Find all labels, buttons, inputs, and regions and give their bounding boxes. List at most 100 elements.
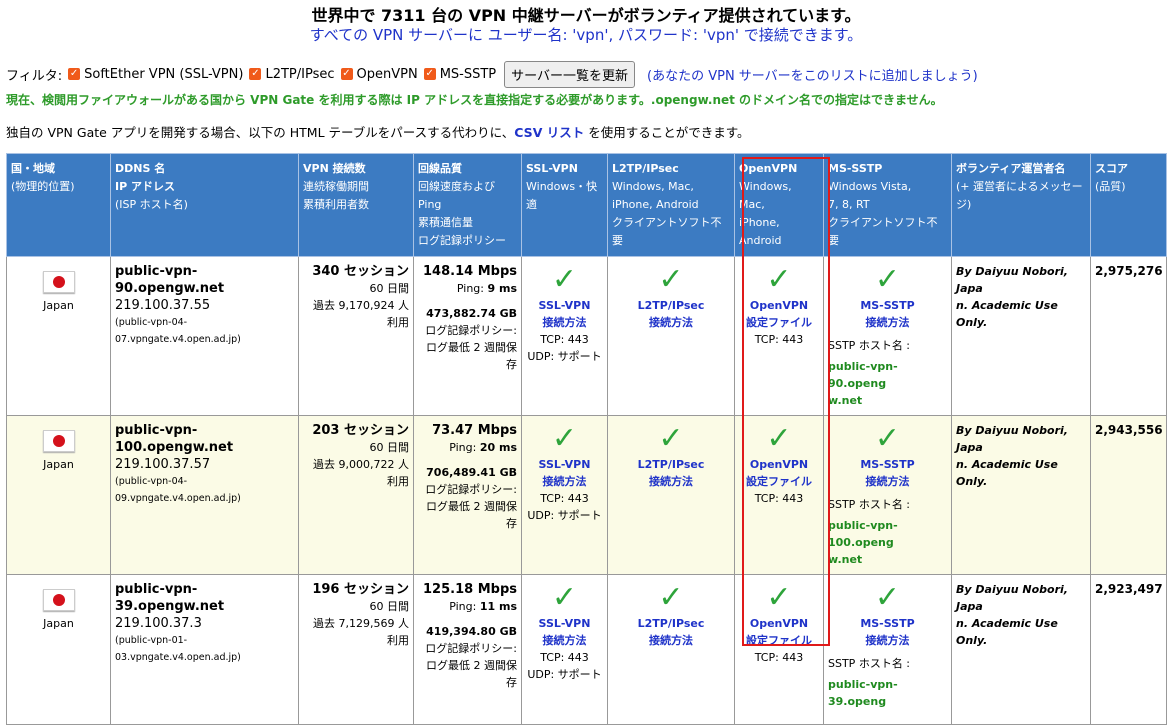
country-name: Japan (43, 299, 74, 312)
operator-message: By Daiyuu Nobori, Japa n. Academic Use On… (956, 263, 1086, 331)
csv-list-link[interactable]: CSV リスト (514, 125, 584, 140)
column-title: DDNS 名 (115, 162, 166, 175)
column-title: L2TP/IPsec (612, 162, 679, 175)
page-subtitle: すべての VPN サーバーに ユーザー名: 'vpn', パスワード: 'vpn… (309, 26, 863, 44)
ddns-hostname: public-vpn-39.opengw.net (115, 582, 225, 614)
column-subtitle: ログ記録ポリシー (418, 234, 506, 247)
ssl-vpn-link[interactable]: SSL-VPN (526, 615, 603, 632)
column-title: スコア (1095, 162, 1128, 175)
checkmark-icon: ✓ (874, 262, 901, 297)
total-users: 過去 9,000,722 人利用 (313, 458, 409, 488)
flag-japan-icon (42, 430, 75, 452)
l2tp-howto-link[interactable]: 接続方法 (612, 632, 730, 649)
ssl-tcp-port: TCP: 443 (540, 492, 589, 505)
ssl-vpn-cell: ✓ SSL-VPN 接続方法 TCP: 443 UDP: サポート (521, 415, 608, 575)
sstp-link[interactable]: MS-SSTP (828, 456, 947, 473)
ssl-vpn-link[interactable]: SSL-VPN (526, 456, 603, 473)
page-title: 世界中で 7311 台の VPN 中継サーバーがボランティア提供されています。 (311, 6, 861, 25)
ddns-cell: public-vpn-90.opengw.net 219.100.37.55 (pu… (110, 256, 299, 416)
traffic: 706,489.41 GB (426, 466, 517, 479)
sstp-howto-link[interactable]: 接続方法 (828, 473, 947, 490)
l2tp-link[interactable]: L2TP/IPsec (612, 297, 730, 314)
isp-hostname: (public-vpn-04-07.vpngate.v4.open.ad.jp) (115, 317, 241, 345)
uptime: 60 日間 (369, 441, 410, 454)
table-row: Japan public-vpn-100.openg w.net 219.100.37… (6, 415, 1167, 575)
sstp-host-label: SSTP ホスト名 : (828, 339, 911, 352)
sstp-host-label: SSTP ホスト名 : (828, 498, 911, 511)
operator-cell: By Daiyuu Nobori, Japa n. Academic Use On… (951, 415, 1091, 575)
sessions-cell: 196 セッション 60 日間 過去 7,129,569 人利用 (298, 574, 414, 725)
checkbox-sstp[interactable]: ✓ (423, 68, 436, 80)
openvpn-config-link[interactable]: 設定ファイル (739, 632, 819, 649)
ping: Ping: 11 ms (418, 598, 517, 615)
sstp-hostname-line: public-vpn-100.openg (828, 519, 898, 549)
udp-support: UDP: サポート (527, 668, 602, 681)
sstp-hostname-line: w.net (828, 553, 863, 566)
l2tp-cell: ✓ L2TP/IPsec 接続方法 (607, 574, 735, 725)
column-header: SSL-VPN Windows・快適 (521, 153, 608, 257)
l2tp-link[interactable]: L2TP/IPsec (612, 456, 730, 473)
column-title: 国・地域 (11, 162, 55, 175)
openvpn-link[interactable]: OpenVPN (739, 615, 819, 632)
checkmark-icon: ✓ (551, 580, 578, 615)
column-subtitle: (品質) (1095, 180, 1126, 193)
session-count: 196 セッション (312, 582, 409, 597)
column-header: MS-SSTP Windows Vista, 7, 8, RT クライアントソフト不要 (823, 153, 952, 257)
ip-address: 219.100.37.3 (115, 616, 202, 631)
refresh-list-button[interactable]: サーバー一覧を更新 (504, 60, 636, 88)
sstp-hostname: public-vpn-100.openg w.net (828, 517, 947, 568)
ssl-tcp-port: TCP: 443 (540, 333, 589, 346)
ip-address: 219.100.37.57 (115, 457, 211, 472)
openvpn-link[interactable]: OpenVPN (739, 297, 819, 314)
ssl-vpn-howto-link[interactable]: 接続方法 (526, 632, 603, 649)
sstp-cell: ✓ MS-SSTP 接続方法 SSTP ホスト名 : public-vpn-90.ope… (823, 256, 952, 416)
sstp-cell: ✓ MS-SSTP 接続方法 SSTP ホスト名 : public-vpn-39.ope… (823, 574, 952, 725)
ping: Ping: 20 ms (418, 439, 517, 456)
l2tp-link[interactable]: L2TP/IPsec (612, 615, 730, 632)
sstp-link[interactable]: MS-SSTP (828, 615, 947, 632)
ping: Ping: 9 ms (418, 280, 517, 297)
filter-option-l2tp: L2TP/IPsec (265, 66, 335, 82)
filter-option-sstp: MS-SSTP (439, 66, 497, 82)
operator-cell: By Daiyuu Nobori, Japa n. Academic Use On… (951, 574, 1091, 725)
sstp-howto-link[interactable]: 接続方法 (828, 314, 947, 331)
sstp-link[interactable]: MS-SSTP (828, 297, 947, 314)
ping-value: 20 ms (479, 441, 517, 454)
column-title: 回線品質 (418, 162, 462, 175)
checkbox-openvpn[interactable]: ✓ (340, 68, 353, 80)
column-header: L2TP/IPsec Windows, Mac, iPhone, Android クラ… (607, 153, 735, 257)
country-cell: Japan (6, 415, 111, 575)
column-title: ボランティア運営者名 (956, 162, 1066, 175)
operator-line: n. Academic Use Only. (956, 299, 1058, 329)
column-header: DDNS 名 IP アドレス (ISP ホスト名) (110, 153, 299, 257)
ping-label: Ping: (449, 600, 477, 613)
sstp-howto-link[interactable]: 接続方法 (828, 632, 947, 649)
l2tp-howto-link[interactable]: 接続方法 (612, 473, 730, 490)
quality-cell: 125.18 Mbps Ping: 11 ms 419,394.80 GB ログ記録ポ… (413, 574, 522, 725)
checkbox-softether[interactable]: ✓ (68, 68, 81, 80)
add-server-link[interactable]: (あなたの VPN サーバーをこのリストに追加しましょう) (647, 65, 978, 84)
ssl-vpn-link[interactable]: SSL-VPN (526, 297, 603, 314)
score-value: 2,975,276 (1095, 264, 1163, 278)
column-subtitle: 連続稼働期間 (303, 180, 369, 193)
server-table: 国・地域 (物理的位置) DDNS 名 IP アドレス (ISP ホスト名) VPN 接続… (6, 153, 1167, 725)
openvpn-link[interactable]: OpenVPN (739, 456, 819, 473)
column-subtitle: 累積通信量 (418, 216, 473, 229)
column-subtitle: 7, 8, RT (828, 198, 870, 211)
score-value: 2,943,556 (1095, 423, 1163, 437)
openvpn-config-link[interactable]: 設定ファイル (739, 473, 819, 490)
operator-message: By Daiyuu Nobori, Japa n. Academic Use On… (956, 581, 1086, 649)
ssl-vpn-cell: ✓ SSL-VPN 接続方法 TCP: 443 UDP: サポート (521, 256, 608, 416)
total-users: 過去 7,129,569 人利用 (313, 617, 409, 647)
checkbox-l2tp[interactable]: ✓ (249, 68, 262, 80)
csv-note-after: を使用することができます。 (584, 125, 750, 140)
l2tp-howto-link[interactable]: 接続方法 (612, 314, 730, 331)
openvpn-config-link[interactable]: 設定ファイル (739, 314, 819, 331)
column-subtitle: iPhone, Android (739, 216, 782, 247)
line-speed: 148.14 Mbps (423, 264, 517, 279)
ssl-vpn-howto-link[interactable]: 接続方法 (526, 314, 603, 331)
ssl-vpn-howto-link[interactable]: 接続方法 (526, 473, 603, 490)
